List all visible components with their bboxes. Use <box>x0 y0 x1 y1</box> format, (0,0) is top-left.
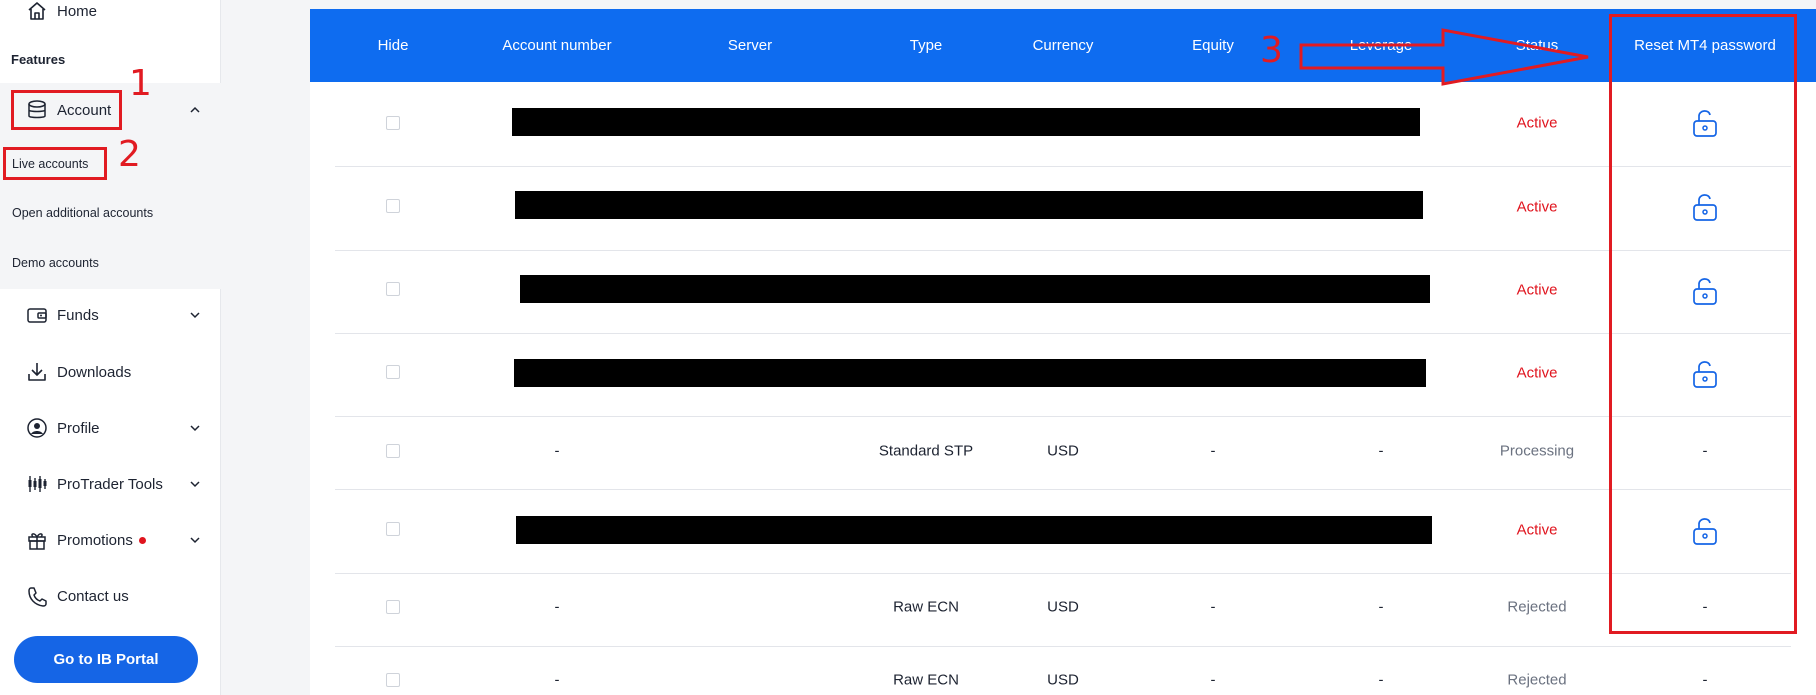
annotation-box-reset-column <box>1609 14 1797 634</box>
type-cell: Raw ECN <box>893 598 959 616</box>
type-cell: Standard STP <box>878 442 974 460</box>
equity-cell: - <box>1210 598 1216 616</box>
row-divider <box>335 166 1791 167</box>
reset-cell: - <box>1702 671 1708 689</box>
status-text: Rejected <box>1507 671 1567 689</box>
go-to-ib-portal-button[interactable]: Go to IB Portal <box>14 636 198 683</box>
chevron-down-icon[interactable] <box>189 309 201 321</box>
equity-cell: - <box>1210 442 1216 460</box>
hide-checkbox[interactable] <box>386 444 400 458</box>
candlestick-chart-icon <box>26 473 48 495</box>
status-text: Active <box>1516 364 1558 382</box>
promotions-label: Promotions <box>57 531 133 549</box>
column-header-hide: Hide <box>377 37 409 54</box>
annotation-arrow <box>1299 28 1589 86</box>
status-text: Active <box>1516 521 1558 539</box>
status-text: Rejected <box>1507 598 1567 616</box>
sidebar-item-protrader-tools[interactable]: ProTrader Tools <box>0 464 221 504</box>
redacted-block <box>514 359 1426 387</box>
redacted-block <box>516 516 1432 544</box>
account-number-cell: - <box>554 442 560 460</box>
sidebar-item-profile[interactable]: Profile <box>0 408 221 448</box>
sidebar-item-funds[interactable]: Funds <box>0 295 221 335</box>
annotation-box-account <box>11 90 122 130</box>
sidebar-item-label: Promotions <box>57 532 146 549</box>
sidebar-item-promotions[interactable]: Promotions <box>0 520 221 560</box>
annotation-box-live-accounts <box>3 147 107 180</box>
hide-checkbox[interactable] <box>386 673 400 687</box>
gift-icon <box>26 529 48 551</box>
chevron-up-icon[interactable] <box>189 104 201 116</box>
redacted-block <box>515 191 1423 219</box>
column-header-type: Type <box>909 37 943 54</box>
sidebar-item-label: Contact us <box>57 587 129 605</box>
sidebar-item-label: Funds <box>57 306 99 324</box>
account-number-cell: - <box>554 671 560 689</box>
sidebar-item-label: Profile <box>57 419 100 437</box>
column-header-currency: Currency <box>1032 37 1094 54</box>
chevron-down-icon[interactable] <box>189 422 201 434</box>
hide-checkbox[interactable] <box>386 199 400 213</box>
leverage-cell: - <box>1378 671 1384 689</box>
sidebar-item-label: Home <box>57 2 98 20</box>
sidebar-item-home[interactable]: Home <box>0 0 221 31</box>
hide-checkbox[interactable] <box>386 116 400 130</box>
status-text: Active <box>1516 114 1558 132</box>
column-header-account-number: Account number <box>502 37 612 54</box>
sidebar-item-label: Downloads <box>57 363 132 381</box>
hide-checkbox[interactable] <box>386 365 400 379</box>
leverage-cell: - <box>1378 442 1384 460</box>
status-text: Processing <box>1499 442 1575 460</box>
hide-checkbox[interactable] <box>386 522 400 536</box>
download-icon <box>26 361 48 383</box>
row-divider <box>335 333 1791 334</box>
currency-cell: USD <box>1047 671 1079 689</box>
sidebar-subitem-open-additional-accounts[interactable]: Open additional accounts <box>12 206 153 220</box>
chevron-down-icon[interactable] <box>189 534 201 546</box>
row-divider <box>335 489 1791 490</box>
account-number-cell: - <box>554 598 560 616</box>
column-header-server: Server <box>727 37 773 54</box>
leverage-cell: - <box>1378 598 1384 616</box>
hide-checkbox[interactable] <box>386 282 400 296</box>
notification-dot <box>138 537 146 545</box>
accounts-table: Hide Account number Server Type Currency… <box>310 9 1816 695</box>
sidebar-subitem-demo-accounts[interactable]: Demo accounts <box>12 256 99 270</box>
equity-cell: - <box>1210 671 1216 689</box>
sidebar-item-label: ProTrader Tools <box>57 475 163 493</box>
page: Home Features Account Live accounts Open… <box>0 0 1816 695</box>
redacted-block <box>512 108 1420 136</box>
chevron-down-icon[interactable] <box>189 478 201 490</box>
annotation-number-1: 1 <box>129 63 152 104</box>
wallet-icon <box>26 304 48 326</box>
column-header-equity: Equity <box>1192 37 1234 54</box>
hide-checkbox[interactable] <box>386 600 400 614</box>
redacted-block <box>520 275 1430 303</box>
status-text: Active <box>1516 281 1558 299</box>
type-cell: Raw ECN <box>893 671 959 689</box>
currency-cell: USD <box>1047 598 1079 616</box>
annotation-number-2: 2 <box>118 134 141 175</box>
row-divider <box>335 573 1791 574</box>
status-text: Active <box>1516 198 1558 216</box>
user-icon <box>26 417 48 439</box>
features-section-label: Features <box>11 52 66 67</box>
home-icon <box>26 0 48 22</box>
row-divider <box>335 250 1791 251</box>
sidebar-item-downloads[interactable]: Downloads <box>0 352 221 392</box>
row-divider <box>335 646 1791 647</box>
currency-cell: USD <box>1047 442 1079 460</box>
sidebar-item-contact-us[interactable]: Contact us <box>0 576 221 616</box>
phone-icon <box>26 585 48 607</box>
annotation-number-3: 3 <box>1260 30 1283 71</box>
row-divider <box>335 416 1791 417</box>
